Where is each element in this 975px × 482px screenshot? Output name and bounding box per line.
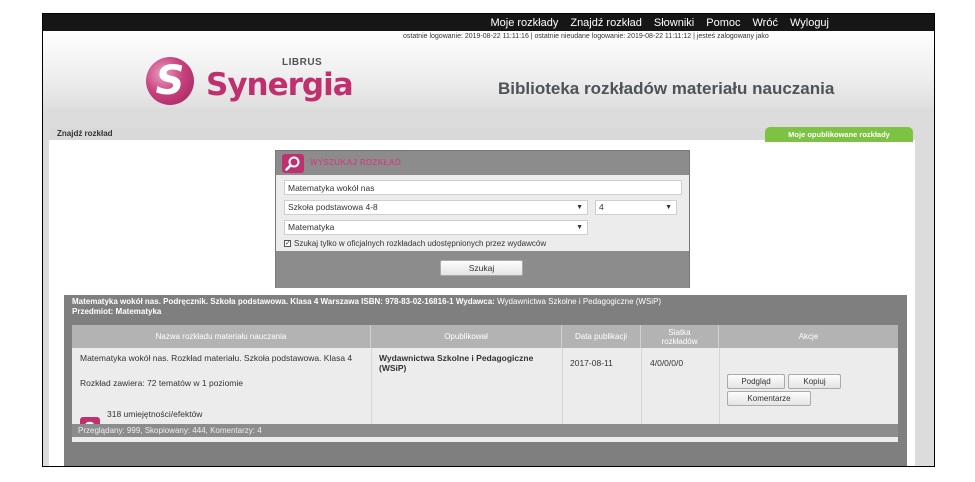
nav-my-plans[interactable]: Moje rozkłady [490,17,558,29]
nav-logout[interactable]: Wyloguj [790,17,829,29]
school-type-value: Szkoła podstawowa 4-8 [288,202,378,212]
logo-s-icon: S [155,58,185,104]
school-type-select[interactable]: Szkoła podstawowa 4-8 ▼ [284,200,588,215]
chevron-down-icon: ▼ [576,224,583,231]
comments-button[interactable]: Komentarze [727,391,811,406]
results-table: Nazwa rozkładu materiału nauczania Opubl… [72,325,898,442]
subject-select[interactable]: Matematyka ▼ [284,220,588,235]
grade-select[interactable]: 4 ▼ [595,200,677,215]
search-footer: Szukaj [276,251,689,288]
col-date: Data publikacji [562,325,641,348]
plan-contents: Rozkład zawiera: 72 tematów w 1 poziomie [80,378,243,388]
stats-text: Przeglądany: 999, Skopiowany: 444, Komen… [78,426,262,435]
search-icon [282,154,304,173]
search-button[interactable]: Szukaj [440,260,523,276]
publisher-name: Wydawnictwa Szkolne i Pedagogiczne (WSiP… [379,353,534,373]
official-only-row: ✓ Szukaj tylko w oficjalnych rozkładach … [284,239,546,248]
chevron-down-icon: ▼ [576,204,583,211]
search-form: Matematyka wokół nas Szkoła podstawowa 4… [276,175,689,251]
top-nav: Moje rozkłady Znajdź rozkład Słowniki Po… [490,14,829,31]
divider [719,348,720,424]
divider [562,348,563,424]
search-panel: WYSZUKAJ ROZKŁAD Matematyka wokół nas Sz… [275,150,690,288]
stats-bar: Przeglądany: 999, Skopiowany: 444, Komen… [72,424,898,437]
login-info: ostatnie logowanie: 2019-08-22 11:11:16 … [403,33,769,40]
nav-dictionaries[interactable]: Słowniki [654,17,694,29]
copy-button[interactable]: Kopiuj [788,374,841,389]
browser-frame: Moje rozkłady Znajdź rozkład Słowniki Po… [42,13,935,467]
logo-word: Synergia [206,67,354,103]
chevron-down-icon: ▼ [665,204,672,211]
plan-name[interactable]: Matematyka wokół nas. Rozkład materiału.… [80,353,360,363]
content-panel: Znajdź rozkład Moje opublikowane rozkład… [49,127,915,466]
publisher-info: Wydawnictwa Szkolne i Pedagogiczne (WSiP… [497,297,662,306]
grid-value: 4/0/0/0/0 [650,358,684,368]
official-only-label: Szukaj tylko w oficjalnych rozkładach ud… [294,239,547,248]
result-panel: Matematyka wokół nas. Podręcznik. Szkoła… [64,295,907,466]
divider [371,348,372,424]
col-name: Nazwa rozkładu materiału nauczania [72,325,371,348]
col-publisher: Opublikował [371,325,562,348]
subject-value: Matematyka [288,222,335,232]
nav-help[interactable]: Pomoc [706,17,740,29]
grade-value: 4 [599,202,604,212]
col-actions: Akcje [798,332,819,341]
skills-count: 318 umiejętności/efektów [107,409,203,419]
preview-button[interactable]: Podgląd [727,374,785,389]
subject-info: Przedmiot: Matematyka [72,307,162,316]
official-only-checkbox[interactable]: ✓ [284,240,291,247]
nav-find-plan[interactable]: Znajdź rozkład [570,17,642,29]
col-grid: Siatka rozkładów [641,325,719,348]
app-title: Biblioteka rozkładów materiału nauczania [498,79,835,98]
my-published-plans-tab[interactable]: Moje opublikowane rozkłady [765,127,913,142]
top-navigation-bar: Moje rozkłady Znajdź rozkład Słowniki Po… [43,14,934,31]
search-header: WYSZUKAJ ROZKŁAD [276,151,689,175]
search-query-input[interactable]: Matematyka wokół nas [284,180,682,195]
page-header: ostatnie logowanie: 2019-08-22 11:11:16 … [43,31,934,108]
divider [641,348,642,424]
nav-back[interactable]: Wróć [753,17,778,29]
search-title: WYSZUKAJ ROZKŁAD [310,158,402,167]
book-info: Matematyka wokół nas. Podręcznik. Szkoła… [72,297,495,306]
publish-date: 2017-08-11 [570,358,613,368]
section-title: Znajdź rozkład [57,129,113,138]
result-header: Matematyka wokół nas. Podręcznik. Szkoła… [72,297,661,317]
table-header: Nazwa rozkładu materiału nauczania Opubl… [72,325,898,348]
